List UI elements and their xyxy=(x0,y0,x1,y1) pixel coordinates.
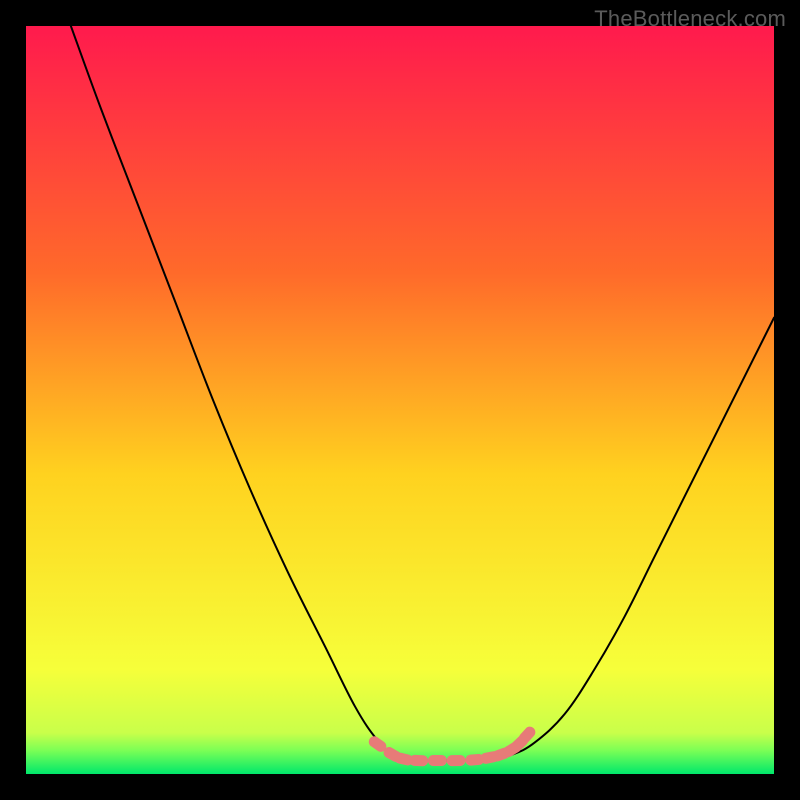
data-marker xyxy=(409,755,428,767)
watermark-text: TheBottleneck.com xyxy=(594,6,786,32)
plot-area xyxy=(26,26,774,774)
chart-svg xyxy=(26,26,774,774)
gradient-background xyxy=(26,26,774,774)
data-marker xyxy=(446,755,465,766)
chart-frame: TheBottleneck.com xyxy=(0,0,800,800)
data-marker xyxy=(428,755,447,766)
